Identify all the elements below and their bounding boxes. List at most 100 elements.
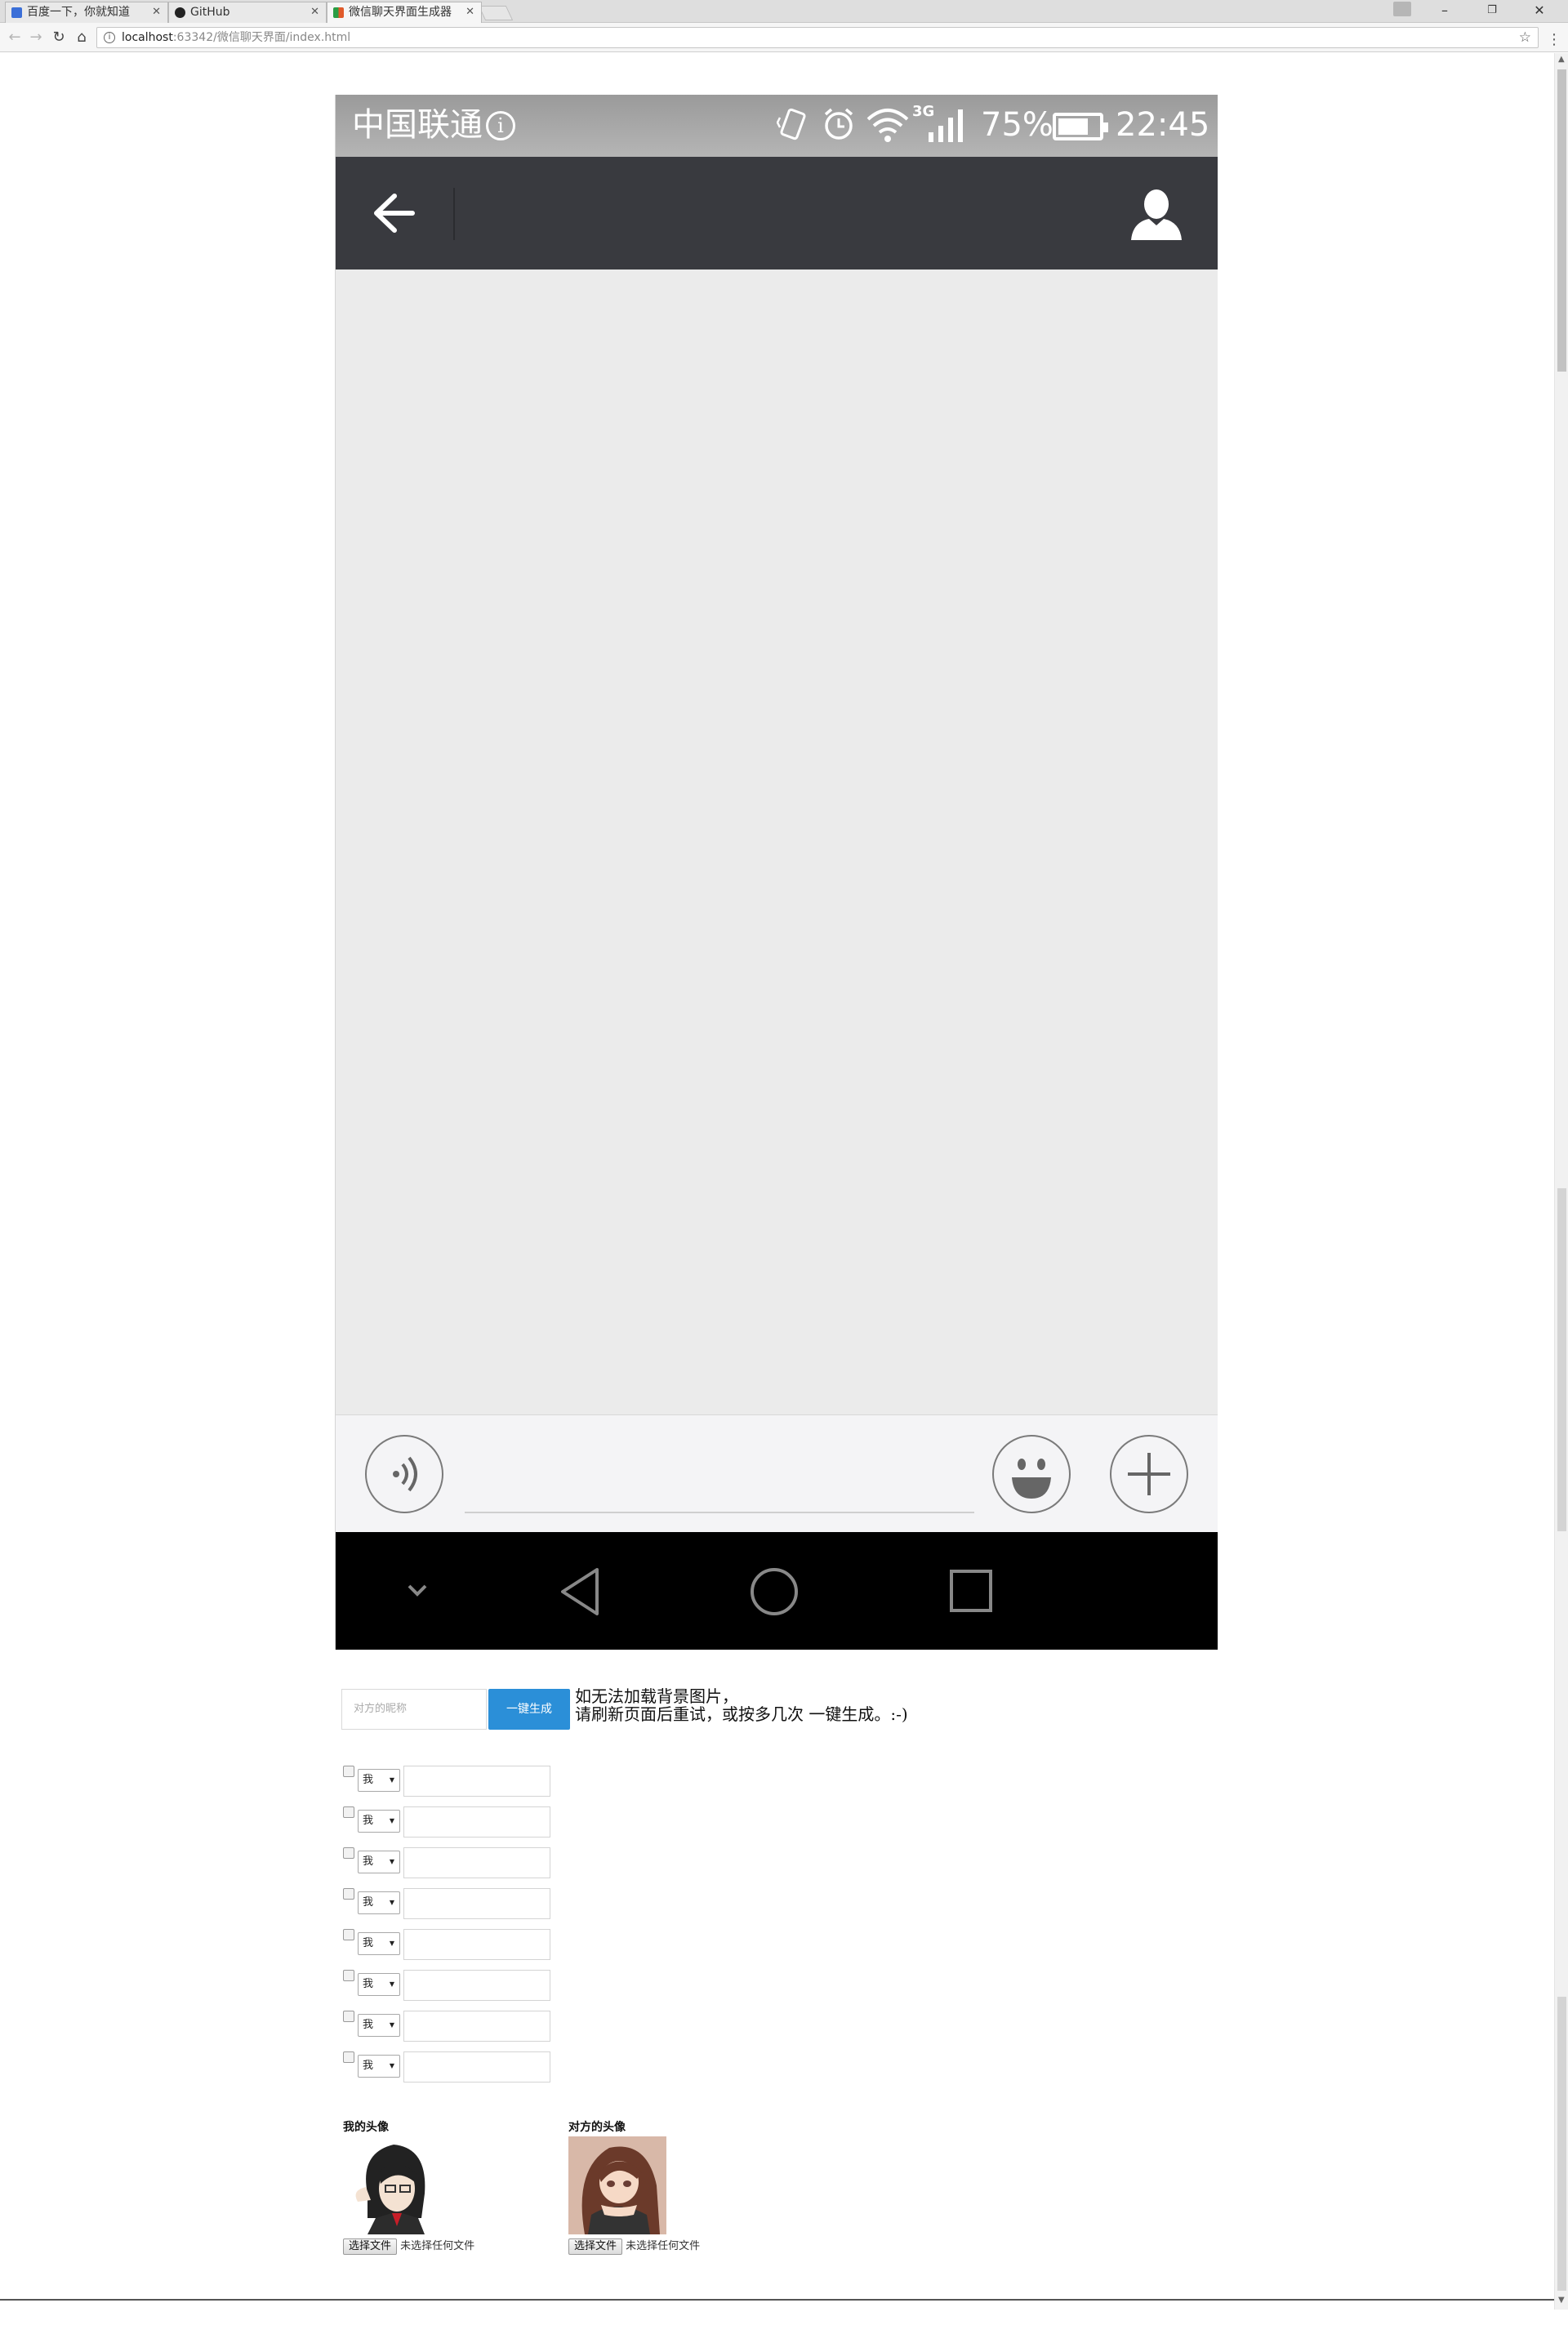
chat-input-bar [336,1414,1218,1532]
message-text-input[interactable] [403,1766,550,1797]
select-caret-icon: ▼ [389,1817,394,1824]
browser-menu-icon[interactable]: ⋮ [1547,31,1561,48]
status-time: 22:45 [1116,106,1210,144]
page-scrollbar[interactable]: ▲ ▼ [1554,53,1568,2310]
select-caret-icon: ▼ [389,1940,394,1947]
voice-input-button[interactable] [365,1435,443,1513]
speaker-select[interactable]: 我 ▼ [358,1973,400,1996]
alarm-icon [824,108,853,140]
close-window-button[interactable]: ✕ [1516,0,1563,23]
chevron-down-icon[interactable] [404,1579,430,1599]
restore-button[interactable]: ❐ [1468,0,1516,23]
select-caret-icon: ▼ [389,2062,394,2069]
github-favicon-icon [175,7,185,18]
their-avatar-label: 对方的头像 [568,2121,626,2134]
android-nav-bar [336,1532,1218,1650]
message-checkbox[interactable] [343,2011,354,2022]
scrollbar-track-segment [1557,1997,1566,2291]
message-checkbox[interactable] [343,1847,354,1859]
person-icon[interactable] [1129,189,1183,240]
reload-icon[interactable]: ↻ [49,28,69,47]
speaker-value: 我 [363,1774,374,1786]
their-avatar-file-picker: 选择文件 未选择任何文件 [568,2238,700,2256]
message-checkbox[interactable] [343,2051,354,2063]
tab-strip: 百度一下，你就知道 ✕ GitHub ✕ 微信聊天界面生成器 ✕ – ❐ ✕ [0,0,1568,23]
address-bar[interactable]: i localhost:63342/微信聊天界面/index.html ☆ [96,27,1539,48]
back-arrow-icon[interactable] [372,193,416,234]
minimize-button[interactable]: – [1421,0,1468,23]
close-tab-icon[interactable]: ✕ [310,2,319,22]
speaker-select[interactable]: 我 ▼ [358,1891,400,1914]
speaker-select[interactable]: 我 ▼ [358,1810,400,1833]
plus-icon [1128,1453,1170,1495]
tab-github[interactable]: GitHub ✕ [168,2,327,23]
their-avatar-section: 对方的头像 选择文件 未选择任何文件 [568,2118,700,2256]
scrollbar-track-segment [1557,1188,1566,1531]
select-caret-icon: ▼ [389,1899,394,1906]
nav-back-triangle-icon[interactable] [558,1566,604,1617]
message-checkbox[interactable] [343,1970,354,1981]
battery-tip [1103,122,1108,132]
home-icon[interactable]: ⌂ [72,28,91,47]
url-host: localhost [122,31,173,44]
speaker-select[interactable]: 我 ▼ [358,1769,400,1792]
chat-title-bar [336,157,1218,270]
message-text-input[interactable] [403,1970,550,2001]
select-caret-icon: ▼ [389,2021,394,2029]
emoji-button[interactable] [992,1435,1071,1513]
message-text-input[interactable] [403,1888,550,1919]
scroll-up-icon[interactable]: ▲ [1558,55,1565,64]
message-text-input[interactable] [403,1806,550,1838]
choose-file-button[interactable]: 选择文件 [568,2238,623,2255]
select-caret-icon: ▼ [389,1776,394,1784]
more-options-button[interactable] [1110,1435,1188,1513]
choose-file-button[interactable]: 选择文件 [343,2238,398,2255]
speaker-select[interactable]: 我 ▼ [358,2014,400,2037]
no-file-text: 未选择任何文件 [626,2240,701,2252]
speaker-value: 我 [363,1896,374,1909]
info-circle-icon: i [486,111,515,140]
message-text-input[interactable] [403,2051,550,2082]
bookmark-star-icon[interactable]: ☆ [1519,28,1531,47]
message-input[interactable] [465,1512,974,1513]
status-bar: 中国联通 i 3G 75% 22:45 [336,95,1218,157]
forward-arrow-icon[interactable]: → [26,28,46,47]
site-info-icon[interactable]: i [104,32,115,43]
tab-title: 百度一下，你就知道 [27,6,130,19]
scroll-down-icon[interactable]: ▼ [1558,2296,1565,2305]
no-file-text: 未选择任何文件 [400,2240,475,2252]
nav-home-circle-icon[interactable] [749,1566,800,1617]
message-text-input[interactable] [403,2011,550,2042]
speaker-select[interactable]: 我 ▼ [358,1932,400,1955]
message-checkbox[interactable] [343,1766,354,1777]
scrollbar-thumb[interactable] [1557,69,1566,372]
select-caret-icon: ▼ [389,1980,394,1988]
smiley-icon [1012,1459,1051,1499]
page-divider [0,2299,1554,2301]
speaker-value: 我 [363,2060,374,2072]
message-checkbox[interactable] [343,1888,354,1900]
profile-icon[interactable] [1393,2,1411,16]
phone-preview: 中国联通 i 3G 75% 22:45 [335,95,1218,1650]
close-tab-icon[interactable]: ✕ [152,2,161,22]
speaker-select[interactable]: 我 ▼ [358,1851,400,1873]
generate-button[interactable]: 一键生成 [488,1689,570,1730]
speaker-value: 我 [363,1855,374,1868]
message-checkbox[interactable] [343,1806,354,1818]
tab-baidu[interactable]: 百度一下，你就知道 ✕ [5,2,168,23]
url-path: :63342/微信聊天界面/index.html [172,31,351,44]
tab-wechat-generator[interactable]: 微信聊天界面生成器 ✕ [327,2,482,23]
tab-title: 微信聊天界面生成器 [349,6,452,19]
nickname-input[interactable]: 对方的昵称 [341,1689,487,1730]
new-tab-button[interactable] [478,6,514,20]
battery-icon [1053,113,1108,140]
back-arrow-icon[interactable]: ← [5,28,24,47]
nav-recents-square-icon[interactable] [948,1568,994,1614]
chat-messages-area [336,270,1218,1414]
message-text-input[interactable] [403,1929,550,1960]
message-checkbox[interactable] [343,1929,354,1940]
message-text-input[interactable] [403,1847,550,1878]
my-avatar-section: 我的头像 选择文件 未选择任何文件 [343,2118,474,2256]
close-tab-icon[interactable]: ✕ [466,2,474,22]
speaker-select[interactable]: 我 ▼ [358,2055,400,2078]
